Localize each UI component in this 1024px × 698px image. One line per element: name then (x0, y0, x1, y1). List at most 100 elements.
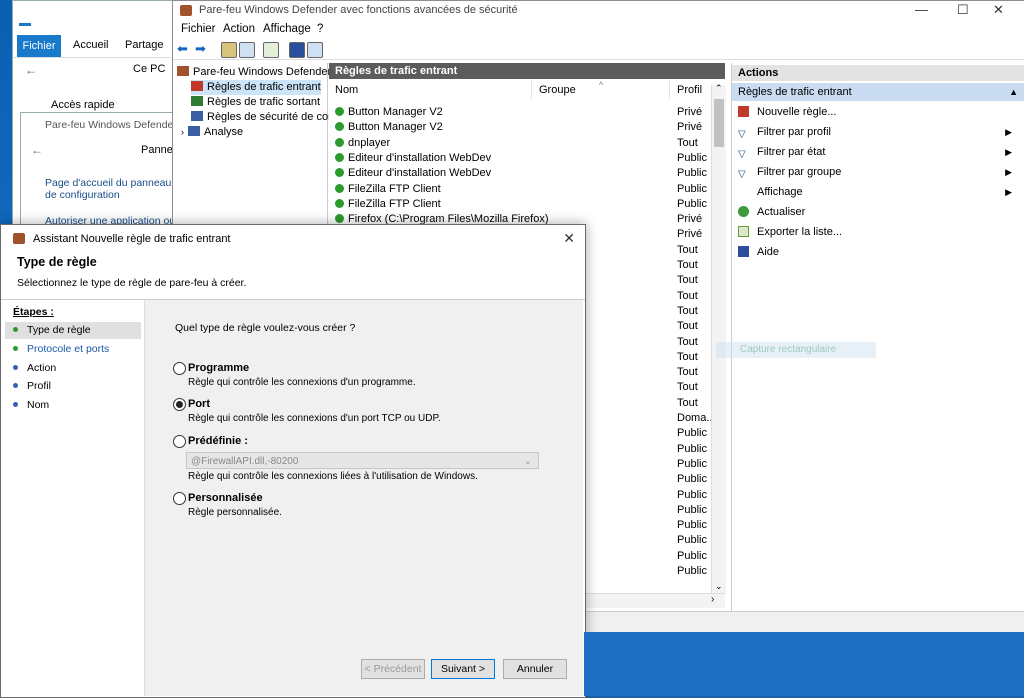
new-rule-icon (738, 106, 749, 117)
export-icon[interactable] (263, 42, 279, 58)
action-export-list[interactable]: Exporter la liste... (738, 223, 1018, 241)
action-view[interactable]: Affichage ▶ (738, 183, 1018, 201)
blank-icon (738, 186, 749, 197)
quick-access-link[interactable]: Accès rapide (51, 99, 115, 111)
step-type-de-regle[interactable]: Type de règle (13, 322, 91, 338)
rules-horizontal-scrollbar[interactable]: › (583, 593, 725, 608)
actions-pane: Actions Règles de trafic entrant ▲ Nouvel… (731, 63, 1024, 611)
cp-home-link[interactable]: Page d'accueil du panneau de configurati… (45, 177, 175, 201)
action-label: Exporter la liste... (757, 226, 842, 238)
table-row[interactable]: dnplayer (335, 136, 390, 151)
step-dot (13, 383, 18, 388)
cancel-button[interactable]: Annuler (503, 659, 567, 679)
tree-item-inbound[interactable]: Règles de trafic entrant (191, 80, 321, 95)
step-profil[interactable]: Profil (13, 378, 51, 394)
table-row[interactable]: Editeur d'installation WebDev (335, 166, 491, 181)
scroll-up-icon[interactable]: ⌃ (715, 83, 723, 94)
option-label-predefinie[interactable]: Prédéfinie : (188, 435, 248, 447)
action-label: Filtrer par état (757, 146, 826, 158)
action-help[interactable]: Aide (738, 243, 1018, 261)
menu-fichier[interactable]: Fichier (181, 23, 216, 35)
wizard-subheading: Sélectionnez le type de règle de pare-fe… (17, 277, 247, 289)
radio-programme[interactable] (173, 362, 186, 375)
scroll-down-icon[interactable]: ⌄ (715, 581, 723, 592)
tree-item-outbound[interactable]: Règles de trafic sortant (191, 95, 320, 110)
previous-button[interactable]: < Précédent (361, 659, 425, 679)
menu-action[interactable]: Action (223, 23, 255, 35)
predefined-rule-select[interactable]: @FirewallAPI.dll,-80200 ⌄ (186, 452, 539, 469)
tree-item-connection-security[interactable]: Règles de sécurité de conne (191, 110, 346, 125)
option-label-programme[interactable]: Programme (188, 362, 249, 374)
mmc-titlebar: Pare-feu Windows Defender avec fonctions… (173, 1, 1024, 21)
rule-name: FileZilla FTP Client (348, 197, 441, 210)
collapse-icon[interactable]: ▲ (1009, 83, 1018, 101)
forward-arrow-icon[interactable]: ➡ (195, 41, 206, 57)
rule-name: Editeur d'installation WebDev (348, 151, 492, 164)
cp-back-icon[interactable]: ← (31, 143, 43, 157)
nav-back-icon[interactable]: ← (25, 63, 37, 77)
tab-accueil[interactable]: Accueil (73, 39, 108, 51)
action-filter-group[interactable]: ▽ Filtrer par groupe ▶ (738, 163, 1018, 181)
enabled-check-icon (335, 122, 344, 132)
address-bar[interactable]: Ce PC (133, 63, 165, 75)
scroll-thumb[interactable] (714, 99, 724, 147)
steps-label: Étapes : (13, 306, 54, 318)
wizard-close-button[interactable]: ✕ (563, 230, 575, 247)
radio-predefinie[interactable] (173, 435, 186, 448)
quick-access-icon[interactable] (19, 11, 31, 26)
action-filter-profile[interactable]: ▽ Filtrer par profil ▶ (738, 123, 1018, 141)
action-label: Filtrer par groupe (757, 166, 842, 178)
option-desc-port: Règle qui contrôle les connexions d'un p… (188, 413, 441, 424)
action-pane-icon[interactable] (307, 42, 323, 58)
maximize-button[interactable]: ☐ (957, 2, 969, 18)
scroll-right-icon[interactable]: › (711, 594, 714, 605)
column-profil[interactable]: Profil (677, 81, 713, 99)
chevron-down-icon: ⌄ (523, 456, 532, 467)
column-nom[interactable]: Nom (335, 81, 532, 99)
new-inbound-rule-wizard: Assistant Nouvelle règle de trafic entra… (0, 224, 586, 698)
tab-fichier[interactable]: Fichier (17, 35, 61, 57)
minimize-button[interactable]: — (915, 2, 928, 17)
tree-root[interactable]: Pare-feu Windows Defender av (177, 65, 346, 80)
option-desc-personnalisee: Règle personnalisée. (188, 507, 282, 518)
close-button[interactable]: ✕ (993, 2, 1004, 18)
menu-help[interactable]: ? (317, 23, 323, 35)
table-row[interactable]: Button Manager V2 (335, 120, 443, 135)
action-new-rule[interactable]: Nouvelle règle... (738, 103, 1018, 121)
wizard-title: Assistant Nouvelle règle de trafic entra… (33, 233, 231, 245)
expand-chevron-icon[interactable]: › (181, 127, 184, 137)
radio-port[interactable] (173, 398, 186, 411)
wizard-steps-panel: Étapes : Type de règle Protocole et port… (1, 300, 145, 696)
tab-partage[interactable]: Partage (125, 39, 164, 51)
action-label: Nouvelle règle... (757, 106, 837, 118)
menu-affichage[interactable]: Affichage (263, 23, 311, 35)
step-action[interactable]: Action (13, 360, 56, 376)
action-refresh[interactable]: Actualiser (738, 203, 1018, 221)
right-edge-window (1012, 170, 1024, 450)
option-label-port[interactable]: Port (188, 398, 210, 410)
enabled-check-icon (335, 107, 344, 116)
actions-subheader[interactable]: Règles de trafic entrant ▲ (732, 83, 1024, 101)
column-groupe[interactable]: Groupe (539, 81, 670, 99)
action-filter-state[interactable]: ▽ Filtrer par état ▶ (738, 143, 1018, 161)
next-button[interactable]: Suivant > (431, 659, 495, 679)
up-folder-icon[interactable] (221, 42, 237, 58)
tree-item-analyse[interactable]: › Analyse (181, 125, 243, 140)
rules-vertical-scrollbar[interactable]: ⌃ ⌄ (711, 83, 726, 595)
table-row[interactable]: Button Manager V2 (335, 105, 443, 120)
show-hide-tree-icon[interactable] (239, 42, 255, 58)
table-row[interactable]: Editeur d'installation WebDev (335, 151, 491, 166)
back-arrow-icon[interactable]: ⬅ (177, 41, 188, 57)
radio-personnalisee[interactable] (173, 492, 186, 505)
help-icon[interactable] (289, 42, 305, 58)
table-row[interactable]: FileZilla FTP Client (335, 197, 441, 212)
monitoring-icon (188, 126, 200, 136)
table-row[interactable]: FileZilla FTP Client (335, 182, 441, 197)
step-protocol-ports[interactable]: Protocole et ports (13, 341, 109, 357)
option-label-personnalisee[interactable]: Personnalisée (188, 492, 263, 504)
step-nom[interactable]: Nom (13, 397, 49, 413)
rule-name: Button Manager V2 (348, 106, 443, 118)
enabled-check-icon (335, 183, 344, 193)
wizard-firewall-icon (13, 233, 25, 244)
wizard-heading: Type de règle (17, 255, 97, 269)
